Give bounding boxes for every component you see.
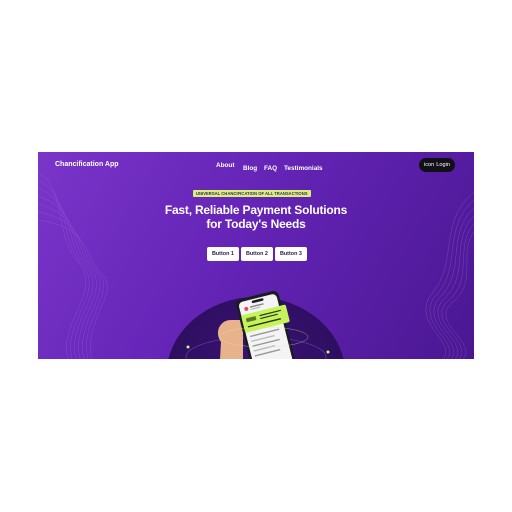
hero-section: Chancification App About Blog FAQ Testim… <box>38 152 474 359</box>
phone-hand-illustration <box>217 291 309 359</box>
